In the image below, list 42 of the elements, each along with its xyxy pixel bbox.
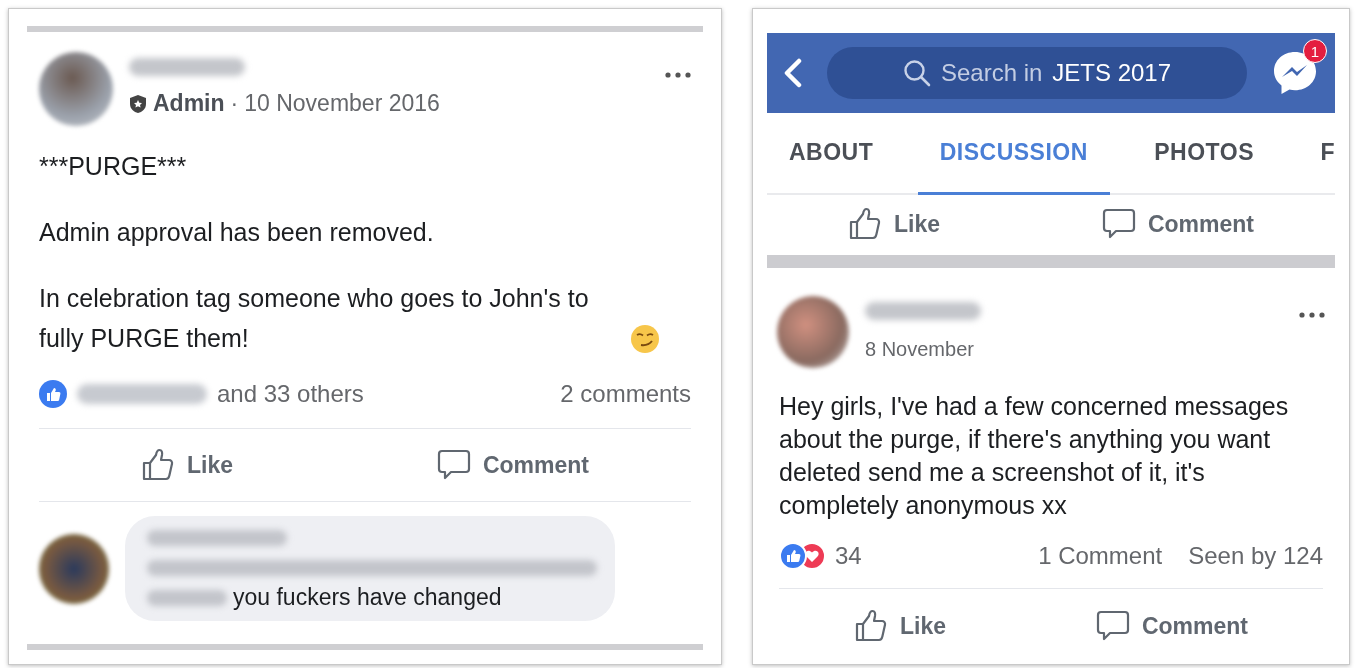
seen-by-count[interactable]: Seen by 124 (1188, 542, 1323, 570)
comments-count[interactable]: 1 Comment (1038, 542, 1163, 570)
post-date: 10 November 2016 (244, 90, 440, 117)
like-reaction-icon (39, 380, 67, 408)
post-date: 8 November (865, 338, 975, 361)
thumbs-up-icon (140, 448, 175, 482)
tab[interactable]: ABOUT (767, 113, 896, 195)
post-text: Hey girls, I've had a few concerned messages about the purge, if there's anything you want deleted send me a screenshot of it, it's completely anonymous xx (779, 391, 1290, 521)
shield-icon (129, 93, 147, 114)
thumbs-up-icon (853, 609, 888, 643)
thumbs-up-icon (847, 207, 882, 241)
reactions-count[interactable]: and 33 others (217, 380, 364, 408)
reactions-count[interactable]: 34 (835, 542, 862, 570)
comment-button[interactable]: Comment (1093, 195, 1262, 253)
tab[interactable]: F (1298, 113, 1335, 195)
comments-count[interactable]: 2 comments (560, 380, 691, 408)
search-field[interactable]: Search in JETS 2017 (827, 47, 1247, 99)
comment-button[interactable]: Comment (1087, 589, 1256, 663)
back-icon[interactable] (783, 58, 803, 88)
more-options-icon[interactable] (665, 72, 691, 78)
speech-bubble-icon (1095, 609, 1130, 643)
like-button[interactable]: Like (132, 429, 241, 501)
tab[interactable]: PHOTOS (1132, 113, 1276, 195)
speech-bubble-icon (436, 448, 471, 482)
like-and-love-reaction-icon (779, 542, 827, 570)
separator: · (230, 90, 239, 117)
admin-label: Admin (153, 90, 225, 117)
post-text: Admin approval has been removed. (39, 217, 435, 248)
comment-button[interactable]: Comment (428, 429, 597, 501)
speech-bubble-icon (1101, 207, 1136, 241)
notification-badge: 1 (1303, 39, 1327, 63)
post-text: ***PURGE*** (39, 151, 188, 182)
more-options-icon[interactable] (1299, 312, 1325, 318)
avatar-placeholder (39, 533, 109, 604)
post-text: In celebration tag someone who goes to John's to fully PURGE them! (39, 283, 590, 354)
smirk-emoji-icon (630, 324, 660, 354)
search-icon (902, 59, 931, 87)
like-button[interactable]: Like (839, 195, 948, 253)
tab[interactable]: DISCUSSION (917, 113, 1110, 195)
like-button[interactable]: Like (845, 589, 954, 663)
comment-text: you fuckers have changed (233, 584, 502, 611)
avatar-placeholder (777, 296, 849, 368)
